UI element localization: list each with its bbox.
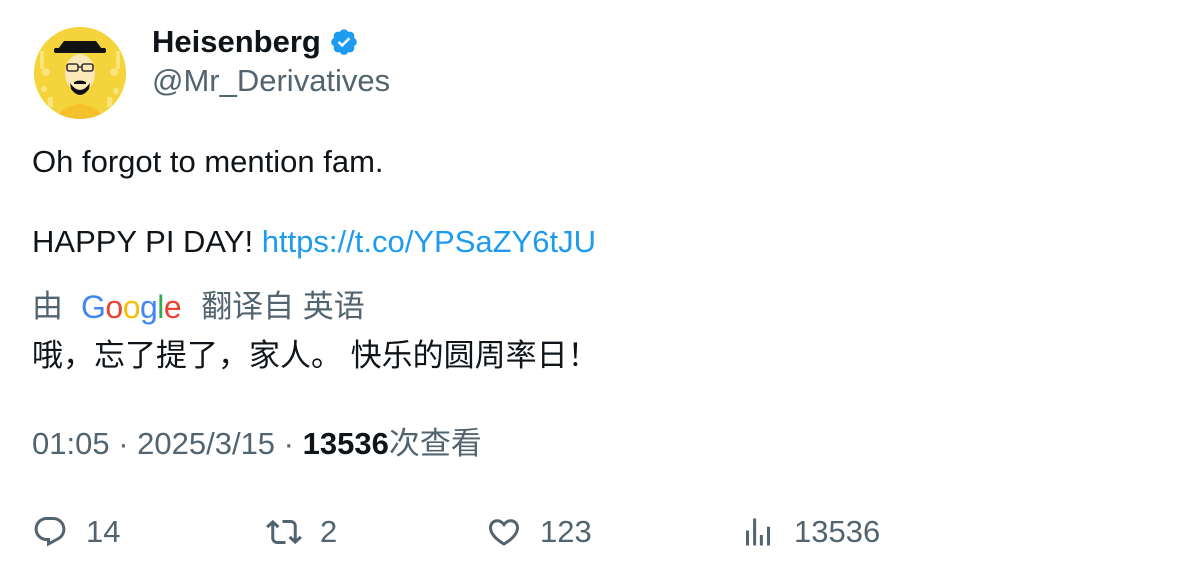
like-count: 123 xyxy=(540,514,592,549)
display-name[interactable]: Heisenberg xyxy=(152,24,321,60)
like-button[interactable]: 123 xyxy=(486,512,592,552)
tweet-date[interactable]: 2025/3/15 xyxy=(137,426,275,461)
tweet-time[interactable]: 01:05 xyxy=(32,426,110,461)
meta-separator: · xyxy=(275,426,303,461)
tweet-text-happy-pi-day: HAPPY PI DAY! xyxy=(32,224,262,259)
tweet-link[interactable]: https://t.co/YPSaZY6tJU xyxy=(262,224,596,259)
analytics-icon xyxy=(746,518,770,546)
retweet-count: 2 xyxy=(320,514,338,549)
heisenberg-avatar-icon xyxy=(34,27,126,119)
author-name-row[interactable]: Heisenberg xyxy=(152,24,359,60)
translated-text: 哦，忘了提了，家人。 快乐的圆周率日！ xyxy=(32,338,599,373)
translated-from-label: 翻译自 英语 xyxy=(201,289,365,324)
verified-badge-icon xyxy=(331,29,357,55)
reply-button[interactable]: 14 xyxy=(32,512,120,552)
views-count: 13536 xyxy=(794,514,881,549)
heart-icon xyxy=(488,519,520,546)
tweet-meta: 01:05 · 2025/3/15 · 13536次查看 xyxy=(32,426,482,462)
tweet-text-line-2: HAPPY PI DAY! https://t.co/YPSaZY6tJU xyxy=(32,224,596,260)
google-logo-icon: Google xyxy=(81,289,182,325)
views-button[interactable]: 13536 xyxy=(740,512,880,552)
view-count: 13536 xyxy=(302,426,389,461)
translated-by-row[interactable]: 由 Google 翻译自 英语 xyxy=(32,289,365,325)
translated-by-prefix: 由 xyxy=(32,289,63,324)
tweet-text-line-1: Oh forgot to mention fam. xyxy=(32,144,384,179)
view-count-label: 次查看 xyxy=(388,426,482,461)
avatar[interactable] xyxy=(34,27,126,119)
reply-icon xyxy=(34,517,66,547)
retweet-icon xyxy=(266,519,302,545)
meta-separator: · xyxy=(109,426,138,461)
retweet-button[interactable]: 2 xyxy=(266,512,337,552)
author-handle[interactable]: @Mr_Derivatives xyxy=(152,63,390,99)
reply-count: 14 xyxy=(86,514,121,549)
